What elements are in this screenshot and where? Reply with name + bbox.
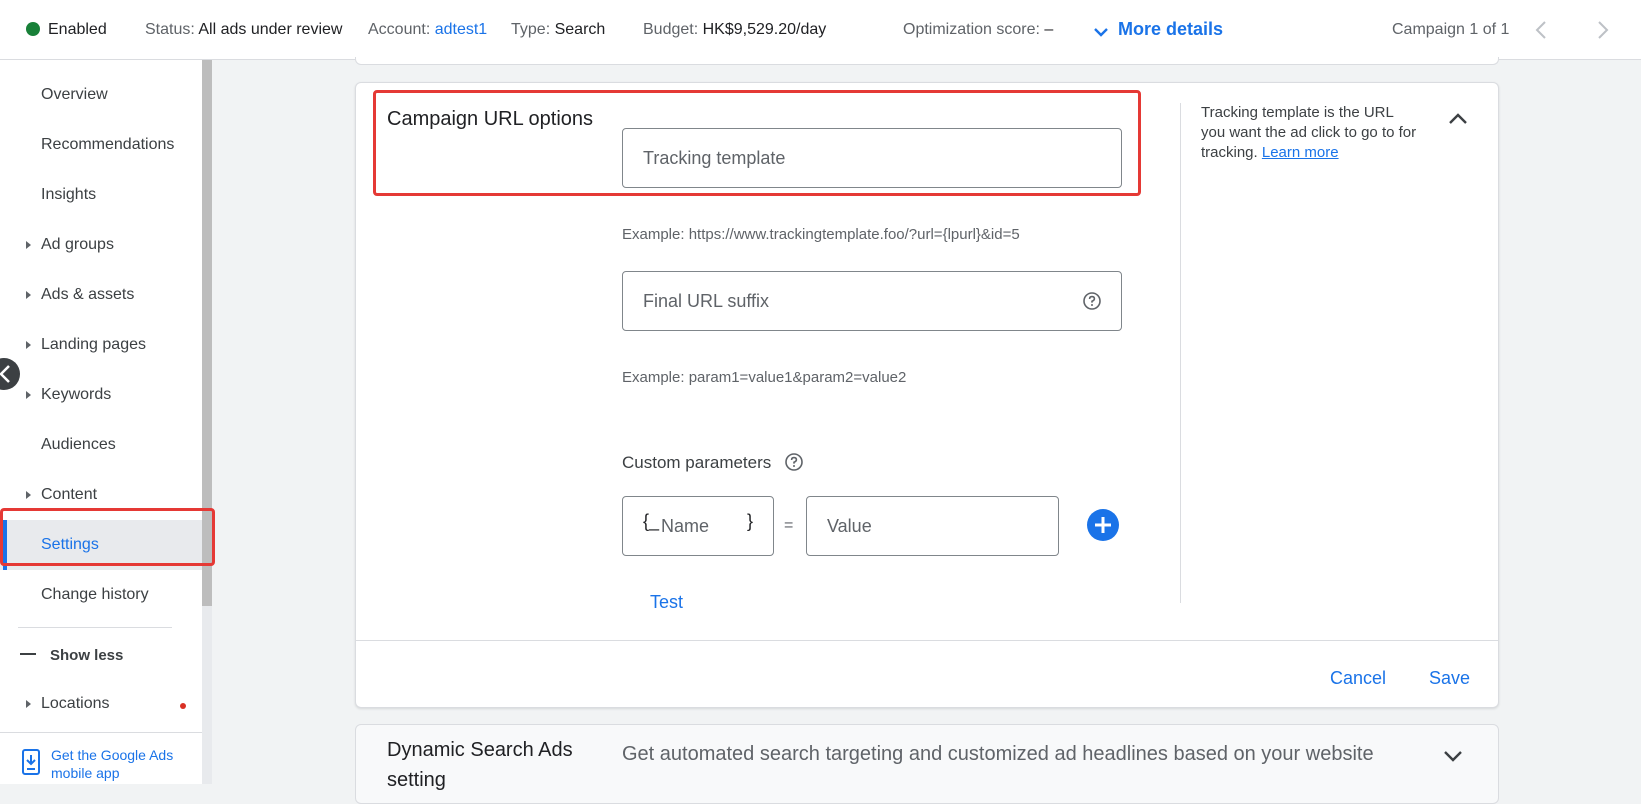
campaign-status-bar: Enabled Status: All ads under review Acc… [0,0,1641,60]
optimization-score: Optimization score: – [903,21,1054,38]
dynamic-search-description: Get automated search targeting and custo… [622,743,1374,765]
locations-alert-dot [180,703,186,709]
account-link[interactable]: adtest1 [435,21,487,38]
sidebar-scrollbar-thumb[interactable] [202,60,212,606]
sidebar-item-recommendations[interactable]: Recommendations [0,120,202,170]
tracking-template-example: Example: https://www.trackingtemplate.fo… [622,226,1020,243]
mobile-app-promo[interactable]: Get the Google Ads mobile app [0,732,202,784]
sidebar-item-change-history[interactable]: Change history [0,570,202,620]
section-title: Campaign URL options [387,108,594,130]
save-button[interactable]: Save [1429,666,1470,690]
expand-arrow-icon [26,341,31,349]
expand-arrow-icon [26,291,31,299]
expand-section-icon[interactable] [1441,744,1465,768]
plus-icon [1095,517,1111,533]
campaign-type: Type: Search [511,21,606,38]
help-panel-divider [1180,103,1181,603]
sidebar-item-content[interactable]: Content [0,470,202,520]
custom-parameter-value-input[interactable] [807,497,1058,555]
expand-arrow-icon [26,700,31,708]
name-suffix: } [747,511,754,531]
custom-parameter-name-field[interactable]: {_ } [622,496,774,556]
cancel-button[interactable]: Cancel [1330,666,1386,690]
dynamic-search-title: Dynamic Search Ads setting [387,739,573,791]
expand-arrow-icon [26,391,31,399]
sidebar-item-ad-groups[interactable]: Ad groups [0,220,202,270]
learn-more-link[interactable]: Learn more [1262,144,1339,161]
sidebar-item-landing-pages[interactable]: Landing pages [0,320,202,370]
sidebar-divider [18,627,172,628]
sidebar-item-keywords[interactable]: Keywords [0,370,202,420]
sidebar-item-settings[interactable]: Settings [0,520,202,570]
chevron-down-icon [1094,28,1108,37]
campaign-url-options-card: Campaign URL options Example: https://ww… [355,82,1499,708]
sidebar-item-audiences[interactable]: Audiences [0,420,202,470]
help-circle-icon[interactable] [784,452,804,472]
custom-parameters-label: Custom parameters [622,451,804,475]
sidebar-nav: Overview Recommendations Insights Ad gro… [0,60,202,784]
sidebar-item-locations[interactable]: Locations [0,679,202,729]
campaign-counter: Campaign 1 of 1 [1392,21,1510,38]
more-details-button[interactable]: More details [1094,19,1223,39]
chevron-left-icon [0,365,10,383]
final-url-suffix-field[interactable] [622,271,1122,331]
account-info: Account: adtest1 [368,21,488,38]
sidebar-item-overview[interactable]: Overview [0,70,202,120]
final-url-suffix-example: Example: param1=value1&param2=value2 [622,369,907,386]
help-circle-icon[interactable] [1082,291,1102,311]
review-status: Status: All ads under review [145,21,343,38]
add-parameter-button[interactable] [1087,509,1119,541]
previous-section-card [355,57,1499,65]
expand-arrow-icon [26,241,31,249]
mobile-app-link[interactable]: Get the Google Ads mobile app [51,746,191,782]
sidebar-item-ads-assets[interactable]: Ads & assets [0,270,202,320]
equals-sign: = [784,517,794,534]
enabled-dot-icon [26,22,40,36]
previous-campaign-icon[interactable] [1530,18,1554,42]
dynamic-search-ads-card[interactable]: Dynamic Search Ads setting Get automated… [355,724,1499,804]
tracking-template-field[interactable] [622,128,1122,188]
mobile-download-icon [22,749,40,775]
budget-info: Budget: HK$9,529.20/day [643,21,827,38]
next-campaign-icon[interactable] [1590,18,1614,42]
expand-arrow-icon [26,491,31,499]
final-url-suffix-input[interactable] [623,272,1121,330]
enabled-status[interactable]: Enabled [26,20,107,40]
help-panel: Tracking template is the URL you want th… [1201,104,1417,161]
collapse-section-icon[interactable] [1446,107,1470,131]
sidebar-item-insights[interactable]: Insights [0,170,202,220]
card-footer-divider [356,640,1498,641]
custom-parameter-value-field[interactable] [806,496,1059,556]
test-button[interactable]: Test [650,590,683,614]
show-less-button[interactable]: Show less [20,644,123,668]
minus-icon [20,653,36,655]
tracking-template-input[interactable] [623,129,1121,187]
